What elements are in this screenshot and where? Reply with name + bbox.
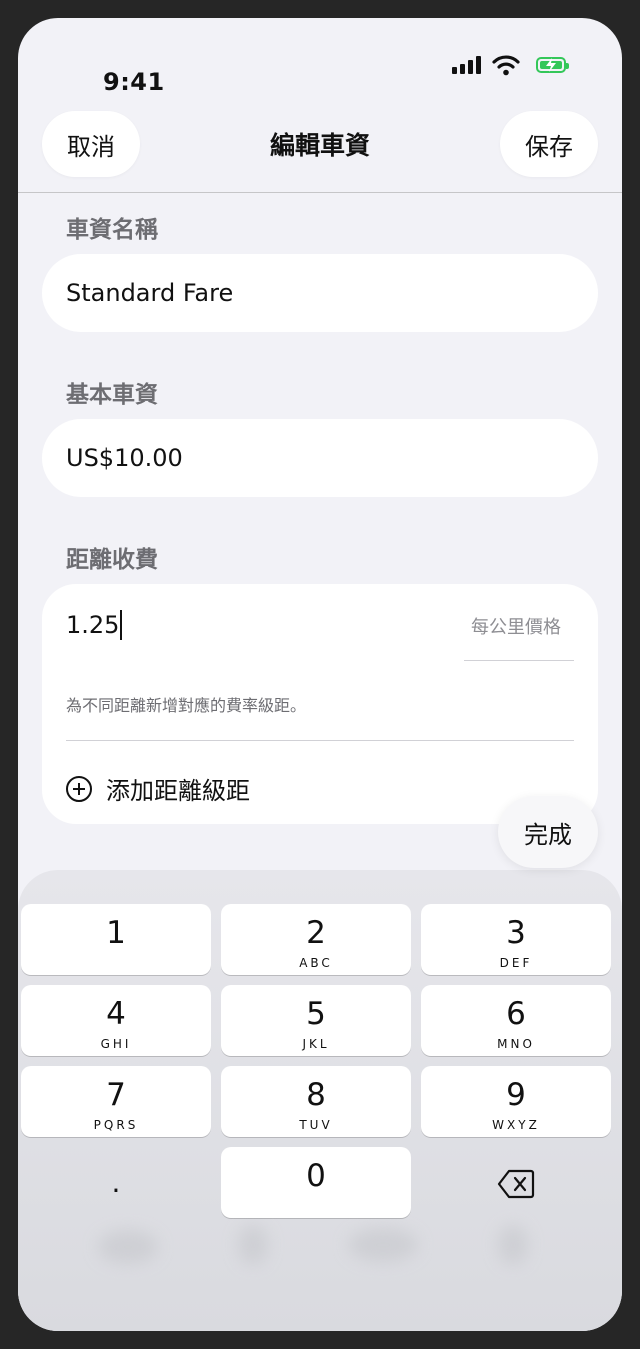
key-6[interactable]: 6 MNO bbox=[421, 985, 611, 1056]
key-1[interactable]: 1 bbox=[21, 904, 211, 975]
key-letters: DEF bbox=[499, 956, 533, 970]
fare-name-label: 車資名稱 bbox=[66, 217, 158, 243]
plus-circle-icon bbox=[66, 775, 92, 802]
key-9[interactable]: 9 WXYZ bbox=[421, 1066, 611, 1137]
distance-charge-card: 1.25 每公里價格 為不同距離新增對應的費率級距。 添加距離級距 bbox=[42, 584, 598, 824]
key-letters: WXYZ bbox=[492, 1118, 540, 1132]
key-delete[interactable] bbox=[421, 1147, 611, 1218]
save-button[interactable]: 保存 bbox=[500, 111, 598, 177]
per-km-rate-input[interactable]: 1.25 bbox=[66, 610, 123, 640]
key-letters: PQRS bbox=[93, 1118, 139, 1132]
base-fare-label: 基本車資 bbox=[66, 382, 158, 408]
key-digit: 0 bbox=[306, 1158, 326, 1194]
key-digit: 6 bbox=[506, 996, 526, 1032]
key-4[interactable]: 4 GHI bbox=[21, 985, 211, 1056]
wifi-icon bbox=[492, 55, 520, 76]
key-3[interactable]: 3 DEF bbox=[421, 904, 611, 975]
rate-underline bbox=[464, 660, 574, 661]
key-letters: MNO bbox=[497, 1037, 535, 1051]
key-letters: ABC bbox=[299, 956, 333, 970]
key-7[interactable]: 7 PQRS bbox=[21, 1066, 211, 1137]
key-digit: 8 bbox=[306, 1077, 326, 1113]
signal-icon bbox=[452, 56, 482, 74]
key-letters: TUV bbox=[299, 1118, 333, 1132]
key-letters: JKL bbox=[302, 1037, 330, 1051]
status-time: 9:41 bbox=[103, 68, 165, 96]
key-0[interactable]: 0 bbox=[221, 1147, 411, 1218]
key-5[interactable]: 5 JKL bbox=[221, 985, 411, 1056]
backspace-icon bbox=[497, 1169, 535, 1199]
key-digit: 2 bbox=[306, 915, 326, 951]
key-8[interactable]: 8 TUV bbox=[221, 1066, 411, 1137]
key-digit: 7 bbox=[106, 1077, 126, 1113]
key-letters: GHI bbox=[100, 1037, 132, 1051]
text-caret bbox=[120, 610, 123, 640]
key-decimal[interactable]: . bbox=[21, 1147, 211, 1218]
key-digit: 9 bbox=[506, 1077, 526, 1113]
nav-divider bbox=[18, 192, 622, 193]
phone-screen: 9:41 取消 編輯車資 保存 車資名稱 Standard Fare 基本車資 … bbox=[18, 18, 622, 1331]
per-km-rate-value: 1.25 bbox=[66, 611, 120, 639]
key-digit: 5 bbox=[306, 996, 326, 1032]
add-distance-tier-button[interactable]: 添加距離級距 bbox=[66, 771, 250, 806]
distance-tier-hint: 為不同距離新增對應的費率級距。 bbox=[66, 696, 307, 715]
blurred-background bbox=[98, 1230, 158, 1264]
blurred-background bbox=[238, 1225, 268, 1265]
key-digit: 3 bbox=[506, 915, 526, 951]
blurred-background bbox=[348, 1228, 418, 1262]
card-divider bbox=[66, 740, 574, 741]
distance-charge-label: 距離收費 bbox=[66, 547, 158, 573]
add-distance-tier-label: 添加距離級距 bbox=[106, 777, 250, 805]
blurred-background bbox=[498, 1225, 528, 1265]
per-km-rate-placeholder: 每公里價格 bbox=[471, 617, 561, 638]
battery-charging-icon bbox=[536, 57, 569, 73]
key-digit: 4 bbox=[106, 996, 126, 1032]
fare-name-field[interactable]: Standard Fare bbox=[42, 254, 598, 332]
numeric-keyboard: 1 2 ABC 3 DEF 4 GHI 5 JKL 6 MNO 7 PQRS 8 bbox=[18, 870, 622, 1331]
key-2[interactable]: 2 ABC bbox=[221, 904, 411, 975]
done-button[interactable]: 完成 bbox=[498, 796, 598, 868]
status-icons bbox=[430, 55, 570, 80]
base-fare-field[interactable]: US$10.00 bbox=[42, 419, 598, 497]
key-digit: 1 bbox=[106, 915, 126, 951]
